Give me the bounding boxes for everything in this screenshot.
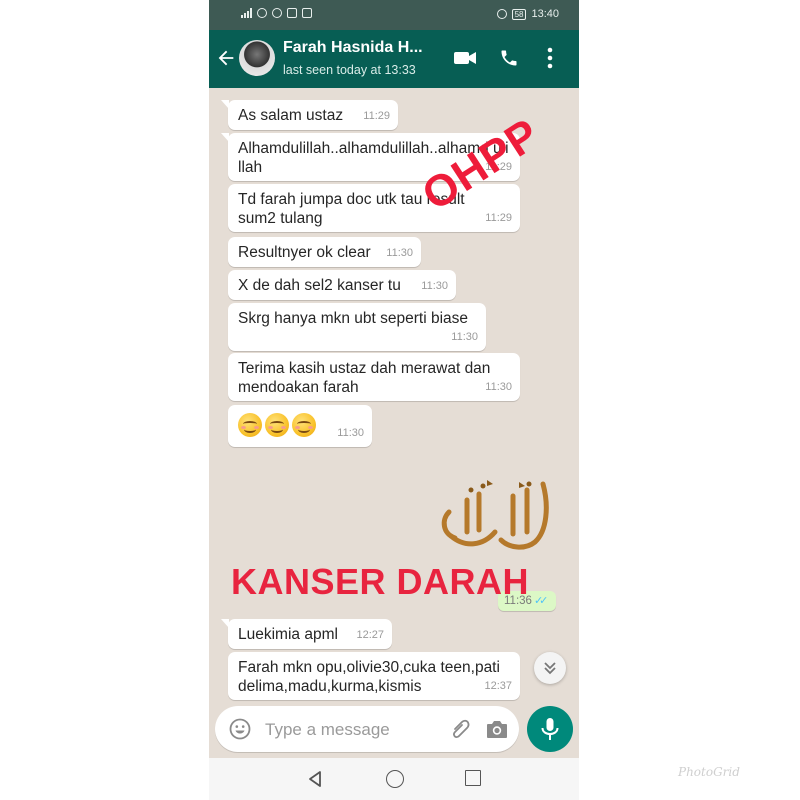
message-time: 11:29 xyxy=(363,110,390,122)
voice-message-button[interactable] xyxy=(527,706,573,752)
read-ticks-icon: ✓✓ xyxy=(533,595,549,607)
back-arrow-icon[interactable] xyxy=(215,47,237,69)
chat-area[interactable]: As salam ustaz 11:29 Alhamdulillah..alha… xyxy=(209,88,579,706)
smiling-face-emoji xyxy=(292,413,316,437)
mail-icon xyxy=(287,8,297,18)
message-time: 11:30 xyxy=(421,280,448,292)
message-time: 11:30 xyxy=(337,427,364,439)
contact-name[interactable]: Farah Hasnida H... xyxy=(283,39,423,57)
smiling-face-emoji xyxy=(238,413,262,437)
caption-overlay: KANSER DARAH xyxy=(231,561,530,602)
photogrid-watermark: PhotoGrid xyxy=(678,765,740,779)
status-bar: 58 13:40 xyxy=(209,0,579,30)
message-text: X de dah sel2 kanser tu xyxy=(238,277,401,294)
microphone-icon xyxy=(541,718,559,740)
message-time: 11:29 xyxy=(485,212,512,224)
nav-home-icon[interactable] xyxy=(386,770,404,788)
smiling-face-emoji xyxy=(265,413,289,437)
video-call-icon[interactable] xyxy=(453,49,477,67)
status-time: 13:40 xyxy=(531,8,559,20)
message-text: Terima kasih ustaz dah merawat dan mendo… xyxy=(238,360,491,396)
avatar[interactable] xyxy=(239,40,275,76)
scroll-to-bottom-button[interactable] xyxy=(534,652,566,684)
message-time: 11:30 xyxy=(485,381,512,393)
nav-recents-icon[interactable] xyxy=(465,770,481,786)
message-text: As salam ustaz xyxy=(238,107,344,124)
facebook-icon xyxy=(272,8,282,18)
more-options-icon[interactable] xyxy=(547,46,553,70)
message-bubble[interactable]: Farah mkn opu,olivie30,cuka teen,pati de… xyxy=(228,652,520,700)
system-nav-bar xyxy=(209,758,579,800)
camera-icon[interactable] xyxy=(485,719,509,739)
last-seen-status: last seen today at 13:33 xyxy=(283,63,416,77)
message-bubble[interactable]: 11:30 xyxy=(228,405,372,447)
message-text: Resultnyer ok clear xyxy=(238,244,371,261)
wifi-icon xyxy=(257,8,267,18)
message-time: 11:30 xyxy=(451,331,478,343)
message-bubble[interactable]: Resultnyer ok clear 11:30 xyxy=(228,237,421,267)
message-text: Skrg hanya mkn ubt seperti biase xyxy=(238,310,469,327)
emoji-icon[interactable] xyxy=(229,718,251,740)
message-bubble[interactable]: Skrg hanya mkn ubt seperti biase 11:30 xyxy=(228,303,486,351)
message-bubble[interactable]: Terima kasih ustaz dah merawat dan mendo… xyxy=(228,353,520,401)
alarm-icon xyxy=(496,9,507,19)
battery-icon: 58 xyxy=(511,8,527,20)
message-bubble[interactable]: X de dah sel2 kanser tu 11:30 xyxy=(228,270,456,300)
message-time: 12:37 xyxy=(484,680,512,692)
message-time: 12:27 xyxy=(356,629,384,641)
phone-screen: 58 13:40 Farah Hasnida H... last seen to… xyxy=(209,0,579,800)
chat-header: Farah Hasnida H... last seen today at 13… xyxy=(209,30,579,88)
attach-icon[interactable] xyxy=(449,717,471,741)
double-chevron-down-icon xyxy=(544,662,556,675)
alhamdulillah-calligraphy xyxy=(441,480,549,550)
phone-call-icon[interactable] xyxy=(499,47,519,69)
nav-back-icon[interactable] xyxy=(307,770,323,788)
message-input-bar: Type a message xyxy=(209,706,579,758)
message-text: Farah mkn opu,olivie30,cuka teen,pati de… xyxy=(238,659,500,695)
gallery-icon xyxy=(302,8,312,18)
message-bubble[interactable]: As salam ustaz 11:29 xyxy=(221,100,398,130)
message-bubble[interactable]: Luekimia apml 12:27 xyxy=(221,619,392,649)
message-placeholder: Type a message xyxy=(265,720,390,739)
signal-icon xyxy=(241,8,252,18)
message-time: 11:30 xyxy=(386,247,413,259)
message-input[interactable]: Type a message xyxy=(215,706,519,752)
message-text: Luekimia apml xyxy=(238,626,338,643)
